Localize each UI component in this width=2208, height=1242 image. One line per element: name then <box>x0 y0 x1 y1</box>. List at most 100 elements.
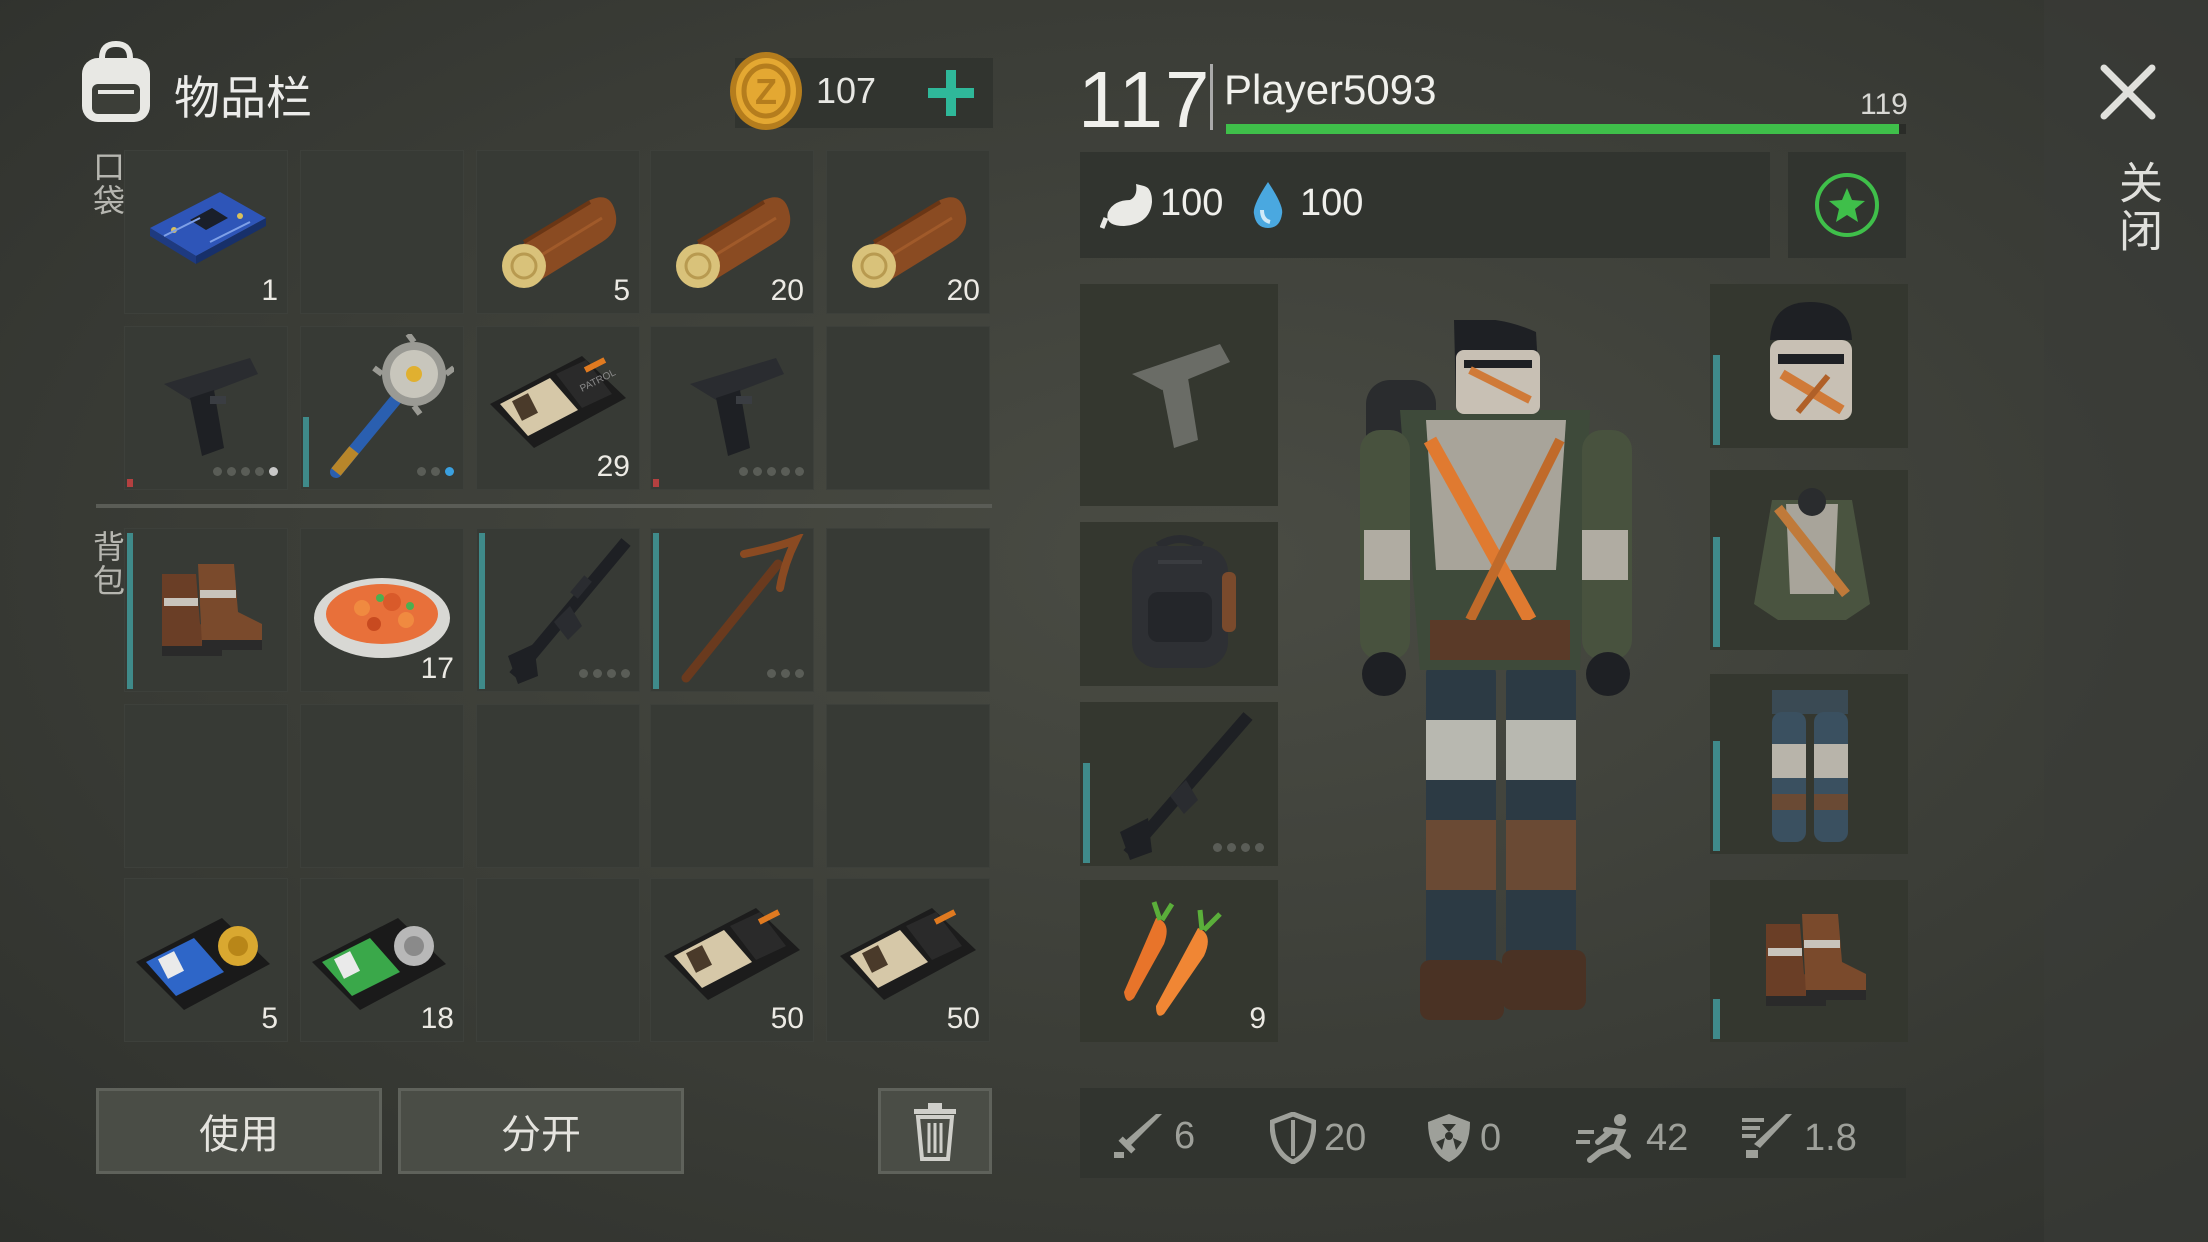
upgrade-dots <box>767 669 804 678</box>
stomach-icon <box>1100 180 1156 230</box>
durability-bar <box>1713 999 1720 1039</box>
carrots-icon <box>1116 898 1236 1018</box>
use-button[interactable]: 使用 <box>96 1088 382 1174</box>
split-button[interactable]: 分开 <box>398 1088 684 1174</box>
bag-slot-11[interactable]: 5 <box>124 878 288 1042</box>
weapon-weight-icon <box>1740 1112 1796 1164</box>
log-icon <box>494 180 622 290</box>
trash-button[interactable] <box>878 1088 992 1174</box>
bag-slot-14[interactable]: 50 <box>650 878 814 1042</box>
coin-count: 107 <box>816 70 877 111</box>
bag-slot-5[interactable] <box>826 528 990 692</box>
bag-slot-4[interactable] <box>650 528 814 692</box>
pocket-slot-7[interactable] <box>300 326 464 490</box>
bag-slot-8[interactable] <box>476 704 640 868</box>
speed-value: 42 <box>1646 1116 1689 1159</box>
close-button[interactable] <box>2098 62 2158 122</box>
item-count: 50 <box>946 1002 980 1035</box>
bag-slot-10[interactable] <box>826 704 990 868</box>
durability-bar <box>1083 763 1090 863</box>
durability-bar <box>653 533 659 689</box>
xp-bar-fill <box>1226 124 1900 134</box>
item-count: 17 <box>420 652 454 685</box>
bag-slot-15[interactable]: 50 <box>826 878 990 1042</box>
pocket-slot-4[interactable]: 20 <box>650 150 814 314</box>
backpack-icon <box>1118 532 1242 676</box>
equip-helmet-slot[interactable] <box>1710 284 1908 448</box>
pistol-icon <box>676 344 796 464</box>
rifle-icon <box>494 536 634 686</box>
bag-slot-12[interactable]: 18 <box>300 878 464 1042</box>
durability-bar <box>653 479 659 487</box>
sword-icon <box>1112 1112 1166 1160</box>
weight-value: 1.8 <box>1804 1116 1857 1159</box>
pants-icon <box>1762 684 1858 848</box>
radiation-shield-icon <box>1426 1112 1472 1164</box>
durability-bar <box>1713 537 1720 647</box>
pocket-slot-10[interactable] <box>826 326 990 490</box>
bag-slot-6[interactable] <box>124 704 288 868</box>
equip-pants-slot[interactable] <box>1710 674 1908 854</box>
durability-bar <box>1713 355 1720 445</box>
bag-slot-2[interactable]: 17 <box>300 528 464 692</box>
level-divider <box>1210 64 1213 130</box>
pocket-slot-5[interactable]: 20 <box>826 150 990 314</box>
player-level: 117 <box>1078 55 1212 144</box>
equip-rifle-slot[interactable] <box>1080 702 1278 866</box>
police-badge-blue-icon <box>132 892 276 1022</box>
pocket-slot-8[interactable]: PATROL 29 <box>476 326 640 490</box>
bag-slot-9[interactable] <box>650 704 814 868</box>
upgrade-dots <box>579 669 630 678</box>
durability-bar <box>479 533 485 689</box>
item-count: 1 <box>261 274 278 307</box>
pocket-slot-6[interactable] <box>124 326 288 490</box>
attack-value: 6 <box>1174 1114 1196 1157</box>
equip-backpack-slot[interactable] <box>1080 522 1278 686</box>
trash-icon <box>910 1101 960 1161</box>
next-level: 119 <box>1860 88 1908 121</box>
perks-button[interactable] <box>1788 152 1906 258</box>
pickaxe-icon <box>668 534 808 684</box>
saw-mace-icon <box>314 334 454 484</box>
backpack-header-icon <box>76 40 156 126</box>
add-coins-button[interactable] <box>924 66 978 120</box>
radiation-stat: 0 <box>1426 1112 1501 1164</box>
pocket-slot-1[interactable]: 1 <box>124 150 288 314</box>
bag-slot-3[interactable] <box>476 528 640 692</box>
pocket-slot-9[interactable] <box>650 326 814 490</box>
thirst-value: 100 <box>1300 182 1364 224</box>
item-count: 50 <box>770 1002 804 1035</box>
item-count: 18 <box>420 1002 454 1035</box>
durability-bar <box>127 479 133 487</box>
equip-weapon-slot[interactable] <box>1080 284 1278 506</box>
inventory-title: 物品栏 <box>174 71 312 125</box>
helmet-icon <box>1758 300 1862 432</box>
carrot-count: 9 <box>1249 1002 1266 1035</box>
close-label[interactable]: 关闭 <box>2104 160 2168 256</box>
attack-stat: 6 <box>1112 1112 1195 1160</box>
item-count: 20 <box>770 274 804 307</box>
player-name: Player5093 <box>1224 66 1437 113</box>
equip-boots-slot[interactable] <box>1710 880 1908 1042</box>
rifle-icon <box>1106 708 1256 862</box>
item-count: 20 <box>946 274 980 307</box>
item-count: 29 <box>596 450 630 483</box>
running-icon <box>1576 1112 1638 1164</box>
durability-bar <box>303 417 309 487</box>
equip-food-slot[interactable]: 9 <box>1080 880 1278 1042</box>
pocket-slot-3[interactable]: 5 <box>476 150 640 314</box>
pocket-slot-2[interactable] <box>300 150 464 314</box>
bag-slot-1[interactable] <box>124 528 288 692</box>
bag-slot-13[interactable] <box>476 878 640 1042</box>
upgrade-dots <box>417 467 454 476</box>
food-plate-icon <box>310 562 454 662</box>
equip-jacket-slot[interactable] <box>1710 470 1908 650</box>
shield-icon <box>1270 1112 1316 1164</box>
boots-icon <box>1746 904 1876 1024</box>
bag-slot-7[interactable] <box>300 704 464 868</box>
speed-stat: 42 <box>1576 1112 1688 1164</box>
pistol-silhouette-icon <box>1126 334 1236 454</box>
durability-bar <box>1713 741 1720 851</box>
upgrade-dots <box>739 467 804 476</box>
radiation-value: 0 <box>1480 1116 1502 1159</box>
